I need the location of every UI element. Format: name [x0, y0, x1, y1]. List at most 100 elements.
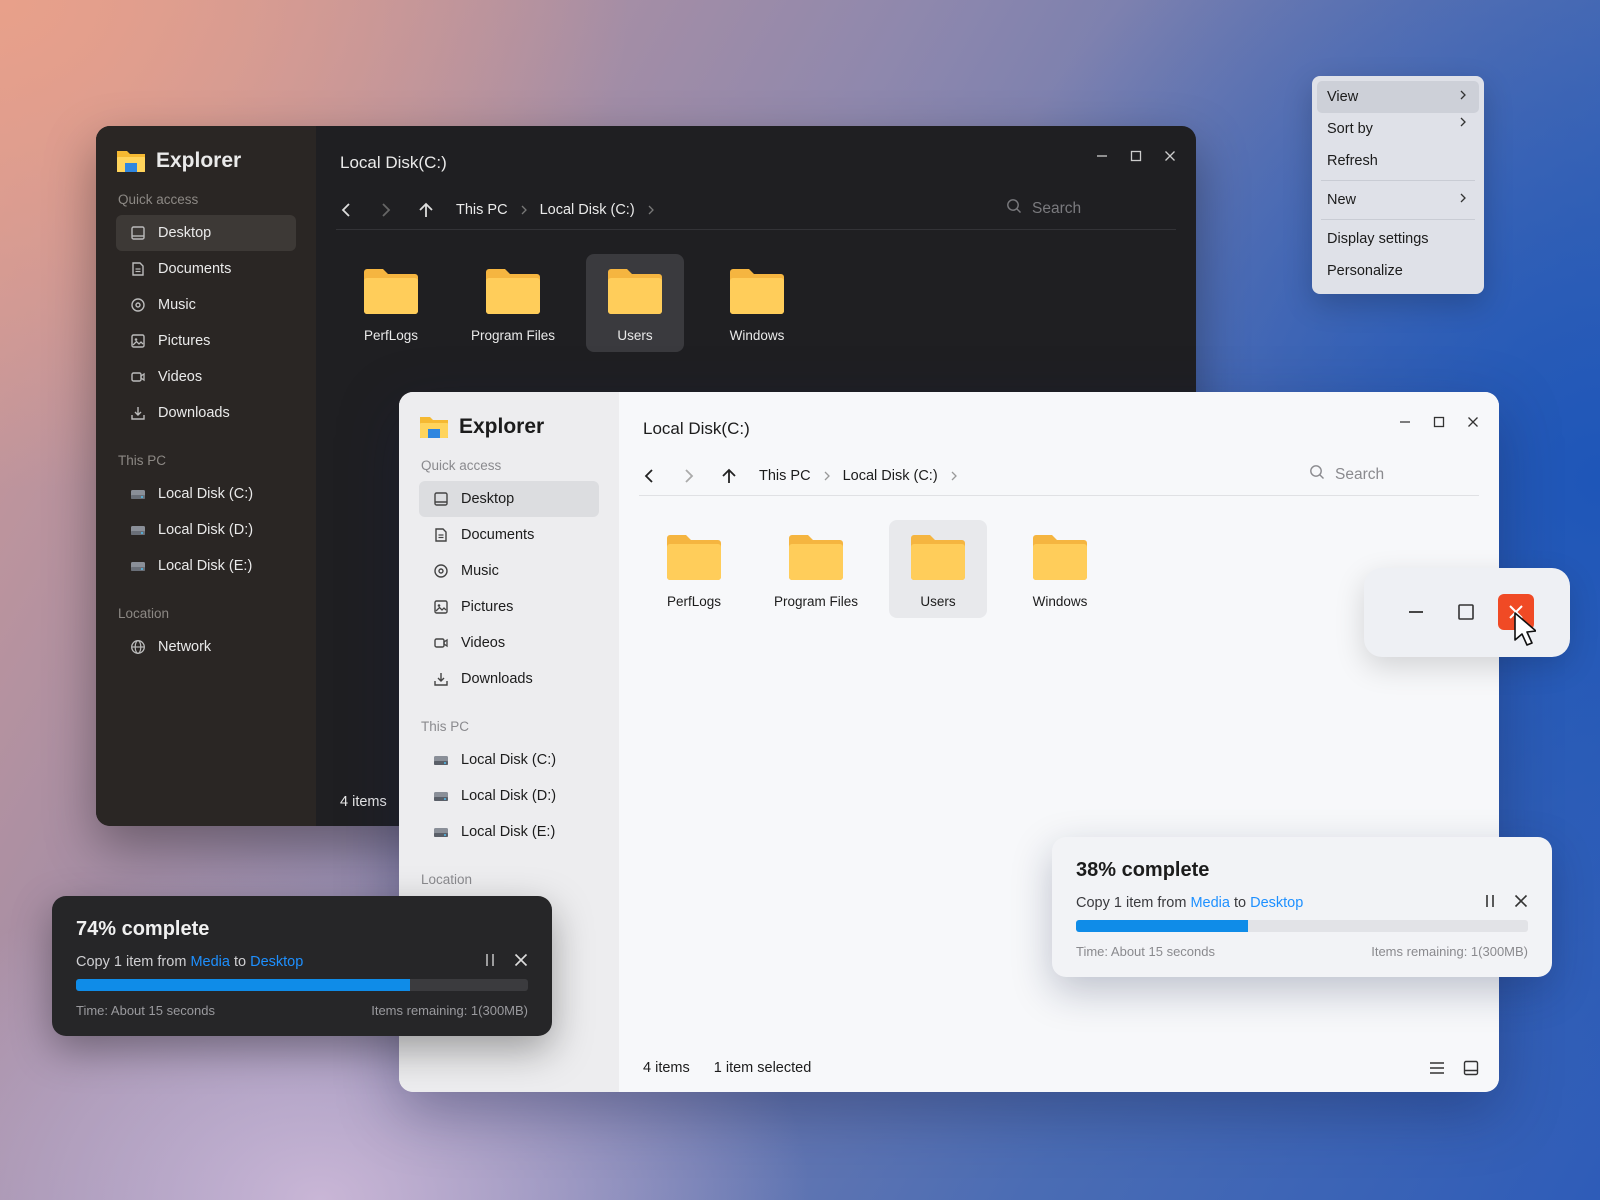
close-button[interactable] — [1160, 146, 1180, 166]
menu-item-refresh[interactable]: Refresh — [1317, 145, 1479, 177]
folder-perflogs[interactable]: PerfLogs — [342, 254, 440, 352]
sidebar-item-drive-d[interactable]: Local Disk (D:) — [419, 778, 599, 814]
sidebar-item-label: Videos — [461, 635, 506, 651]
maximize-button[interactable] — [1448, 594, 1484, 630]
sidebar-item-label: Network — [158, 639, 212, 655]
source-link[interactable]: Media — [1190, 895, 1230, 911]
forward-button[interactable] — [376, 200, 396, 220]
folder-icon — [667, 534, 721, 585]
file-grid: PerfLogs Program Files Users Windows — [342, 254, 806, 352]
sidebar-item-music[interactable]: Music — [116, 287, 296, 323]
sidebar-item-downloads[interactable]: Downloads — [116, 395, 296, 431]
menu-item-label: Display settings — [1327, 231, 1429, 247]
folder-windows[interactable]: Windows — [708, 254, 806, 352]
breadcrumb-local-disk-c[interactable]: Local Disk (C:) — [540, 202, 635, 218]
quick-access-label: Quick access — [421, 458, 502, 473]
menu-item-view[interactable]: View — [1317, 81, 1479, 113]
pause-icon[interactable] — [484, 953, 496, 971]
sidebar-item-videos[interactable]: Videos — [116, 359, 296, 395]
sidebar-item-videos[interactable]: Videos — [419, 625, 599, 661]
search-box[interactable]: Search — [1006, 198, 1166, 219]
sidebar-item-label: Downloads — [158, 405, 230, 421]
menu-item-sort-by[interactable]: Sort by — [1317, 113, 1479, 145]
maximize-button[interactable] — [1126, 146, 1146, 166]
sidebar-item-label: Music — [158, 297, 196, 313]
sidebar-item-label: Local Disk (E:) — [158, 558, 253, 574]
sidebar-item-drive-c[interactable]: Local Disk (C:) — [116, 476, 296, 512]
destination-link[interactable]: Desktop — [1250, 895, 1303, 911]
sidebar-item-drive-d[interactable]: Local Disk (D:) — [116, 512, 296, 548]
pause-icon[interactable] — [1484, 894, 1496, 912]
folder-windows[interactable]: Windows — [1011, 520, 1109, 618]
destination-link[interactable]: Desktop — [250, 954, 303, 970]
menu-item-personalize[interactable]: Personalize — [1317, 255, 1479, 287]
mouse-cursor-icon — [1514, 612, 1537, 651]
breadcrumb-this-pc[interactable]: This PC — [456, 202, 508, 218]
folder-program-files[interactable]: Program Files — [767, 520, 865, 618]
folder-icon — [608, 268, 662, 319]
progress-fill — [76, 979, 411, 991]
this-pc-label: This PC — [118, 453, 167, 468]
document-icon — [130, 261, 146, 277]
search-input[interactable]: Search — [1032, 200, 1081, 218]
sidebar-item-drive-e[interactable]: Local Disk (E:) — [116, 548, 296, 584]
search-icon — [1309, 464, 1325, 485]
back-button[interactable] — [639, 466, 659, 486]
sidebar-item-downloads[interactable]: Downloads — [419, 661, 599, 697]
brand: Explorer — [419, 414, 599, 440]
sidebar-item-drive-c[interactable]: Local Disk (C:) — [419, 742, 599, 778]
copy-description: Copy 1 item from Media to Desktop — [1076, 894, 1528, 912]
menu-item-label: Refresh — [1327, 153, 1378, 169]
breadcrumb-this-pc[interactable]: This PC — [759, 468, 811, 484]
breadcrumb-local-disk-c[interactable]: Local Disk (C:) — [843, 468, 938, 484]
item-count: 4 items — [643, 1060, 690, 1076]
menu-item-label: View — [1327, 89, 1359, 105]
folder-icon — [364, 268, 418, 319]
chevron-right-icon[interactable] — [950, 470, 958, 482]
sidebar-item-documents[interactable]: Documents — [116, 251, 296, 287]
close-button[interactable] — [1463, 412, 1483, 432]
sidebar-item-drive-e[interactable]: Local Disk (E:) — [419, 814, 599, 850]
progress-fill — [1076, 920, 1248, 932]
file-name: PerfLogs — [363, 328, 419, 343]
sidebar-item-documents[interactable]: Documents — [419, 517, 599, 553]
folder-users[interactable]: Users — [889, 520, 987, 618]
list-view-icon[interactable] — [1427, 1058, 1447, 1078]
sidebar-item-network[interactable]: Network — [116, 629, 296, 665]
chevron-right-icon[interactable] — [647, 204, 655, 216]
status-bar: 4 items — [340, 794, 387, 810]
forward-button[interactable] — [679, 466, 699, 486]
minimize-button[interactable] — [1395, 412, 1415, 432]
search-box[interactable]: Search — [1309, 464, 1469, 485]
maximize-button[interactable] — [1429, 412, 1449, 432]
sidebar-item-desktop[interactable]: Desktop — [116, 215, 296, 251]
folder-program-files[interactable]: Program Files — [464, 254, 562, 352]
close-icon[interactable] — [1514, 894, 1528, 912]
menu-item-new[interactable]: New — [1317, 184, 1479, 216]
window-title: Local Disk(C:) — [643, 419, 750, 438]
minimize-button[interactable] — [1398, 594, 1434, 630]
copy-prefix: Copy 1 item from — [76, 954, 187, 970]
search-input[interactable]: Search — [1335, 466, 1384, 484]
close-icon[interactable] — [514, 953, 528, 971]
source-link[interactable]: Media — [190, 954, 230, 970]
folder-users[interactable]: Users — [586, 254, 684, 352]
sidebar-item-desktop[interactable]: Desktop — [419, 481, 599, 517]
sidebar-item-pictures[interactable]: Pictures — [116, 323, 296, 359]
sidebar-item-pictures[interactable]: Pictures — [419, 589, 599, 625]
back-button[interactable] — [336, 200, 356, 220]
chevron-right-icon — [520, 204, 528, 216]
copy-progress-dark: 74% complete Copy 1 item from Media to D… — [52, 896, 552, 1036]
sidebar-item-music[interactable]: Music — [419, 553, 599, 589]
copy-to: to — [1233, 895, 1247, 911]
folder-icon — [789, 534, 843, 585]
app-name: Explorer — [156, 149, 242, 172]
sidebar-item-label: Desktop — [158, 225, 212, 241]
folder-perflogs[interactable]: PerfLogs — [645, 520, 743, 618]
up-button[interactable] — [416, 200, 436, 220]
up-button[interactable] — [719, 466, 739, 486]
music-icon — [130, 297, 146, 313]
menu-item-display-settings[interactable]: Display settings — [1317, 223, 1479, 255]
tile-view-icon[interactable] — [1461, 1058, 1481, 1078]
minimize-button[interactable] — [1092, 146, 1112, 166]
